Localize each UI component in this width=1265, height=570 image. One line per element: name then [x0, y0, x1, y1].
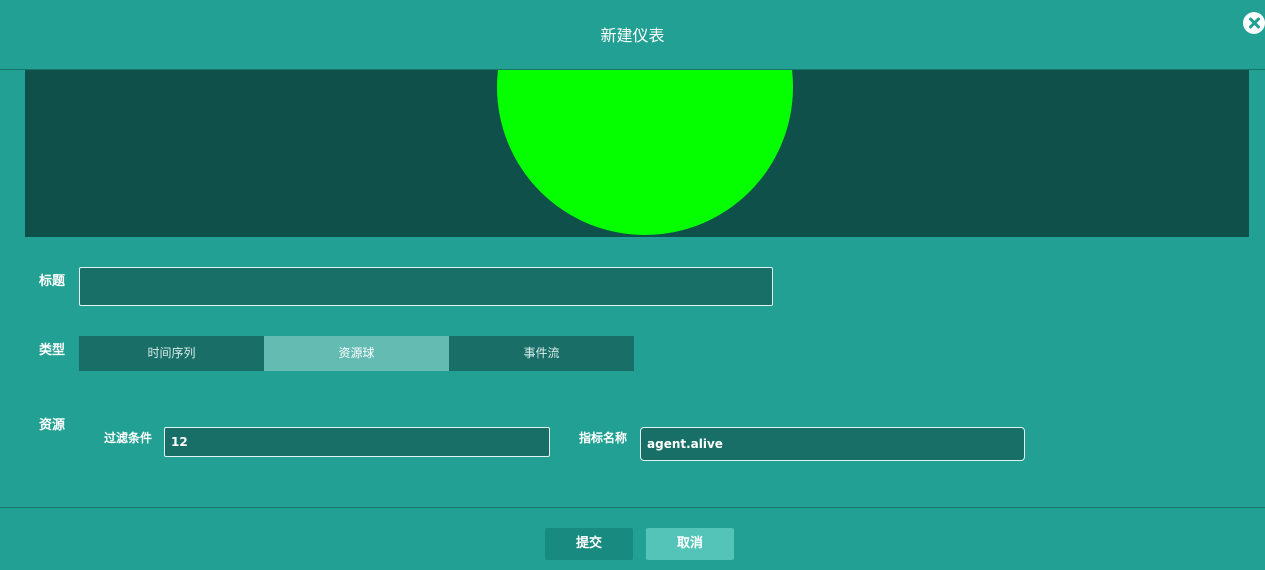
type-option-resource-ball[interactable]: 资源球	[264, 336, 449, 371]
gauge-preview	[25, 70, 1249, 237]
resource-label: 资源	[39, 418, 66, 433]
submit-button[interactable]: 提交	[545, 528, 633, 560]
close-icon[interactable]	[1243, 12, 1265, 34]
new-gauge-dialog: 新建仪表 标题 类型 时间序列 资源球 事件流 资源 过滤条件 指标名称 提交 …	[0, 0, 1265, 570]
cancel-button[interactable]: 取消	[646, 528, 734, 560]
type-option-timeseries[interactable]: 时间序列	[79, 336, 264, 371]
filter-label: 过滤条件	[104, 431, 153, 445]
dialog-header: 新建仪表	[0, 0, 1265, 70]
resource-ball-preview	[497, 70, 793, 235]
type-option-event-stream[interactable]: 事件流	[449, 336, 634, 371]
type-selector: 时间序列 资源球 事件流	[79, 336, 634, 371]
type-label: 类型	[39, 343, 66, 358]
metric-input[interactable]	[640, 427, 1025, 461]
dialog-footer: 提交 取消	[0, 507, 1265, 570]
title-input[interactable]	[79, 267, 773, 306]
title-label: 标题	[39, 274, 66, 289]
metric-label: 指标名称	[579, 431, 628, 445]
filter-input[interactable]	[164, 427, 550, 457]
dialog-title: 新建仪表	[600, 26, 665, 45]
